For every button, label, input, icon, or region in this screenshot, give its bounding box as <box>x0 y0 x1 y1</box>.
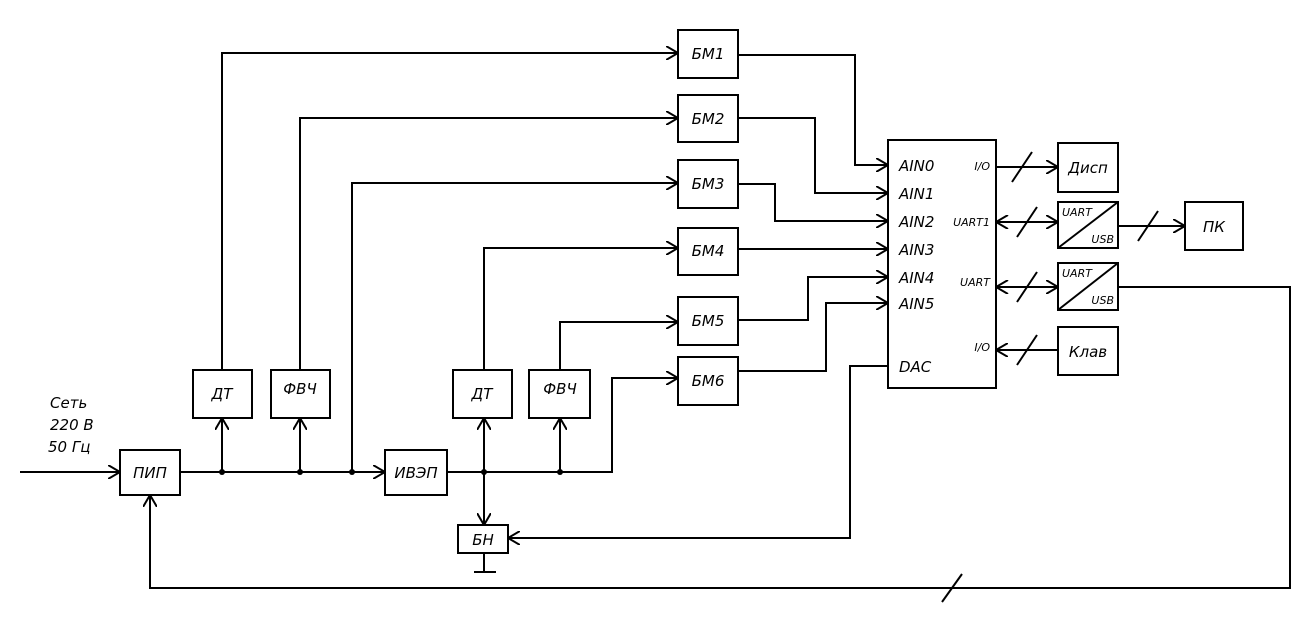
svg-text:AIN4: AIN4 <box>898 269 934 287</box>
block-uart-usb-2: UART USB <box>1057 262 1119 311</box>
block-bm6: БМ6 <box>677 356 739 406</box>
svg-text:БН: БН <box>472 531 494 549</box>
svg-text:UART1: UART1 <box>953 216 990 229</box>
svg-text:AIN3: AIN3 <box>898 241 934 259</box>
svg-text:БМ6: БМ6 <box>692 372 725 390</box>
svg-text:ФВЧ: ФВЧ <box>283 380 317 398</box>
source-label: Сеть 220 В 50 Гц <box>48 394 94 456</box>
block-bm5: БМ5 <box>677 296 739 346</box>
svg-text:AIN5: AIN5 <box>898 295 934 313</box>
svg-text:AIN1: AIN1 <box>898 185 934 203</box>
block-diagram: Сеть 220 В 50 Гц ПИП ДТ ФВЧ ИВЭП ДТ ФВЧ … <box>20 29 1291 603</box>
svg-text:БМ2: БМ2 <box>692 110 725 128</box>
svg-text:Сеть: Сеть <box>50 394 87 412</box>
svg-text:ФВЧ: ФВЧ <box>543 380 577 398</box>
block-ivep: ИВЭП <box>384 449 448 496</box>
svg-text:ПК: ПК <box>1203 218 1226 236</box>
svg-text:I/O: I/O <box>974 160 990 173</box>
svg-text:БМ5: БМ5 <box>692 312 725 330</box>
svg-text:ДТ: ДТ <box>471 385 495 403</box>
block-fvch-2: ФВЧ <box>528 369 591 419</box>
block-uart-usb-1: UART USB <box>1057 201 1119 249</box>
svg-text:БМ1: БМ1 <box>692 45 725 63</box>
svg-text:220 В: 220 В <box>50 416 94 434</box>
svg-text:БМ3: БМ3 <box>692 175 725 193</box>
block-bm4: БМ4 <box>677 227 739 276</box>
block-dt-2: ДТ <box>452 369 513 419</box>
svg-text:Дисп: Дисп <box>1067 159 1108 177</box>
svg-text:50 Гц: 50 Гц <box>48 438 90 456</box>
block-disp: Дисп <box>1057 142 1119 193</box>
svg-text:AIN2: AIN2 <box>898 213 934 231</box>
svg-text:USB: USB <box>1091 233 1114 246</box>
block-bm1: БМ1 <box>677 29 739 79</box>
block-klav: Клав <box>1057 326 1119 376</box>
svg-text:UART: UART <box>960 276 991 289</box>
svg-text:UART: UART <box>1062 267 1093 280</box>
svg-text:ДТ: ДТ <box>211 385 235 403</box>
svg-text:AIN0: AIN0 <box>898 157 934 175</box>
block-bm2: БМ2 <box>677 94 739 143</box>
block-fvch-1: ФВЧ <box>270 369 331 419</box>
svg-text:ИВЭП: ИВЭП <box>394 464 437 482</box>
block-pip: ПИП <box>119 449 181 496</box>
svg-text:UART: UART <box>1062 206 1093 219</box>
svg-text:ПИП: ПИП <box>133 464 167 482</box>
block-mcu: AIN0 AIN1 AIN2 AIN3 AIN4 AIN5 DAC I/O UA… <box>887 139 997 389</box>
block-pc: ПК <box>1184 201 1244 251</box>
svg-text:DAC: DAC <box>899 358 932 376</box>
svg-text:I/O: I/O <box>974 341 990 354</box>
block-dt-1: ДТ <box>192 369 253 419</box>
svg-text:USB: USB <box>1091 294 1114 307</box>
block-bn: БН <box>457 524 509 554</box>
svg-text:БМ4: БМ4 <box>692 242 725 260</box>
svg-text:Клав: Клав <box>1069 343 1107 361</box>
block-bm3: БМ3 <box>677 159 739 209</box>
